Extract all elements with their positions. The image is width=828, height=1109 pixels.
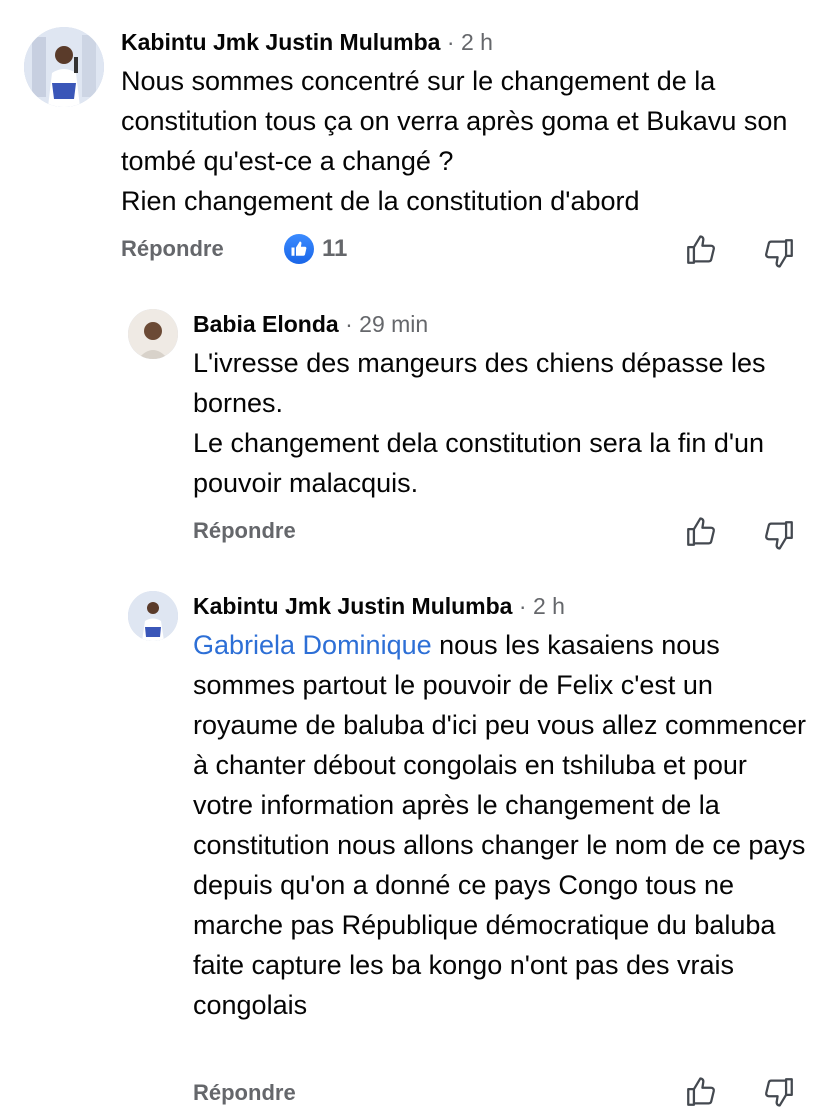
reply-comment: Kabintu Jmk Justin Mulumba · 2 h Gabriel… bbox=[193, 591, 813, 1025]
comment: Kabintu Jmk Justin Mulumba · 2 h Nous so… bbox=[121, 27, 811, 221]
reply-button[interactable]: Répondre bbox=[193, 1080, 296, 1106]
comment-header: Kabintu Jmk Justin Mulumba · 2 h bbox=[121, 27, 811, 57]
timestamp[interactable]: 29 min bbox=[359, 311, 428, 337]
person-icon bbox=[24, 27, 104, 107]
comment-text-body: nous les kasaiens nous sommes partout le… bbox=[193, 630, 806, 1020]
mention-link[interactable]: Gabriela Dominique bbox=[193, 630, 432, 660]
timestamp[interactable]: 2 h bbox=[461, 29, 493, 55]
comment-text: Nous sommes concentré sur le changement … bbox=[121, 66, 788, 216]
separator: · bbox=[345, 311, 353, 337]
author-name[interactable]: Babia Elonda bbox=[193, 311, 339, 337]
reaction-count: 11 bbox=[322, 235, 348, 262]
person-icon bbox=[128, 309, 178, 359]
thumbs-up-icon[interactable] bbox=[684, 1075, 718, 1109]
thumbs-down-icon[interactable] bbox=[762, 1075, 796, 1109]
separator: · bbox=[446, 29, 455, 55]
timestamp[interactable]: 2 h bbox=[533, 593, 565, 619]
author-name[interactable]: Kabintu Jmk Justin Mulumba bbox=[121, 29, 440, 55]
reply-button[interactable]: Répondre bbox=[121, 236, 224, 262]
avatar[interactable] bbox=[128, 309, 178, 359]
comment-header: Babia Elonda · 29 min bbox=[193, 309, 813, 339]
reply-comment: Babia Elonda · 29 min L'ivresse des mang… bbox=[193, 309, 813, 503]
thumbs-up-icon[interactable] bbox=[684, 233, 718, 267]
reaction-summary[interactable]: 11 bbox=[284, 234, 347, 264]
comment-header: Kabintu Jmk Justin Mulumba · 2 h bbox=[193, 591, 813, 621]
avatar[interactable] bbox=[128, 591, 178, 641]
like-icon bbox=[284, 234, 314, 264]
comment-text: L'ivresse des mangeurs des chiens dépass… bbox=[193, 348, 766, 498]
reply-button[interactable]: Répondre bbox=[193, 518, 296, 544]
comment-text: Gabriela Dominique nous les kasaiens nou… bbox=[193, 625, 813, 1025]
person-icon bbox=[128, 591, 178, 641]
thumbs-up-icon[interactable] bbox=[684, 515, 718, 549]
separator: · bbox=[518, 593, 527, 619]
thumbs-down-icon[interactable] bbox=[762, 518, 796, 552]
author-name[interactable]: Kabintu Jmk Justin Mulumba bbox=[193, 593, 512, 619]
thumbs-down-icon[interactable] bbox=[762, 236, 796, 270]
avatar[interactable] bbox=[24, 27, 104, 107]
